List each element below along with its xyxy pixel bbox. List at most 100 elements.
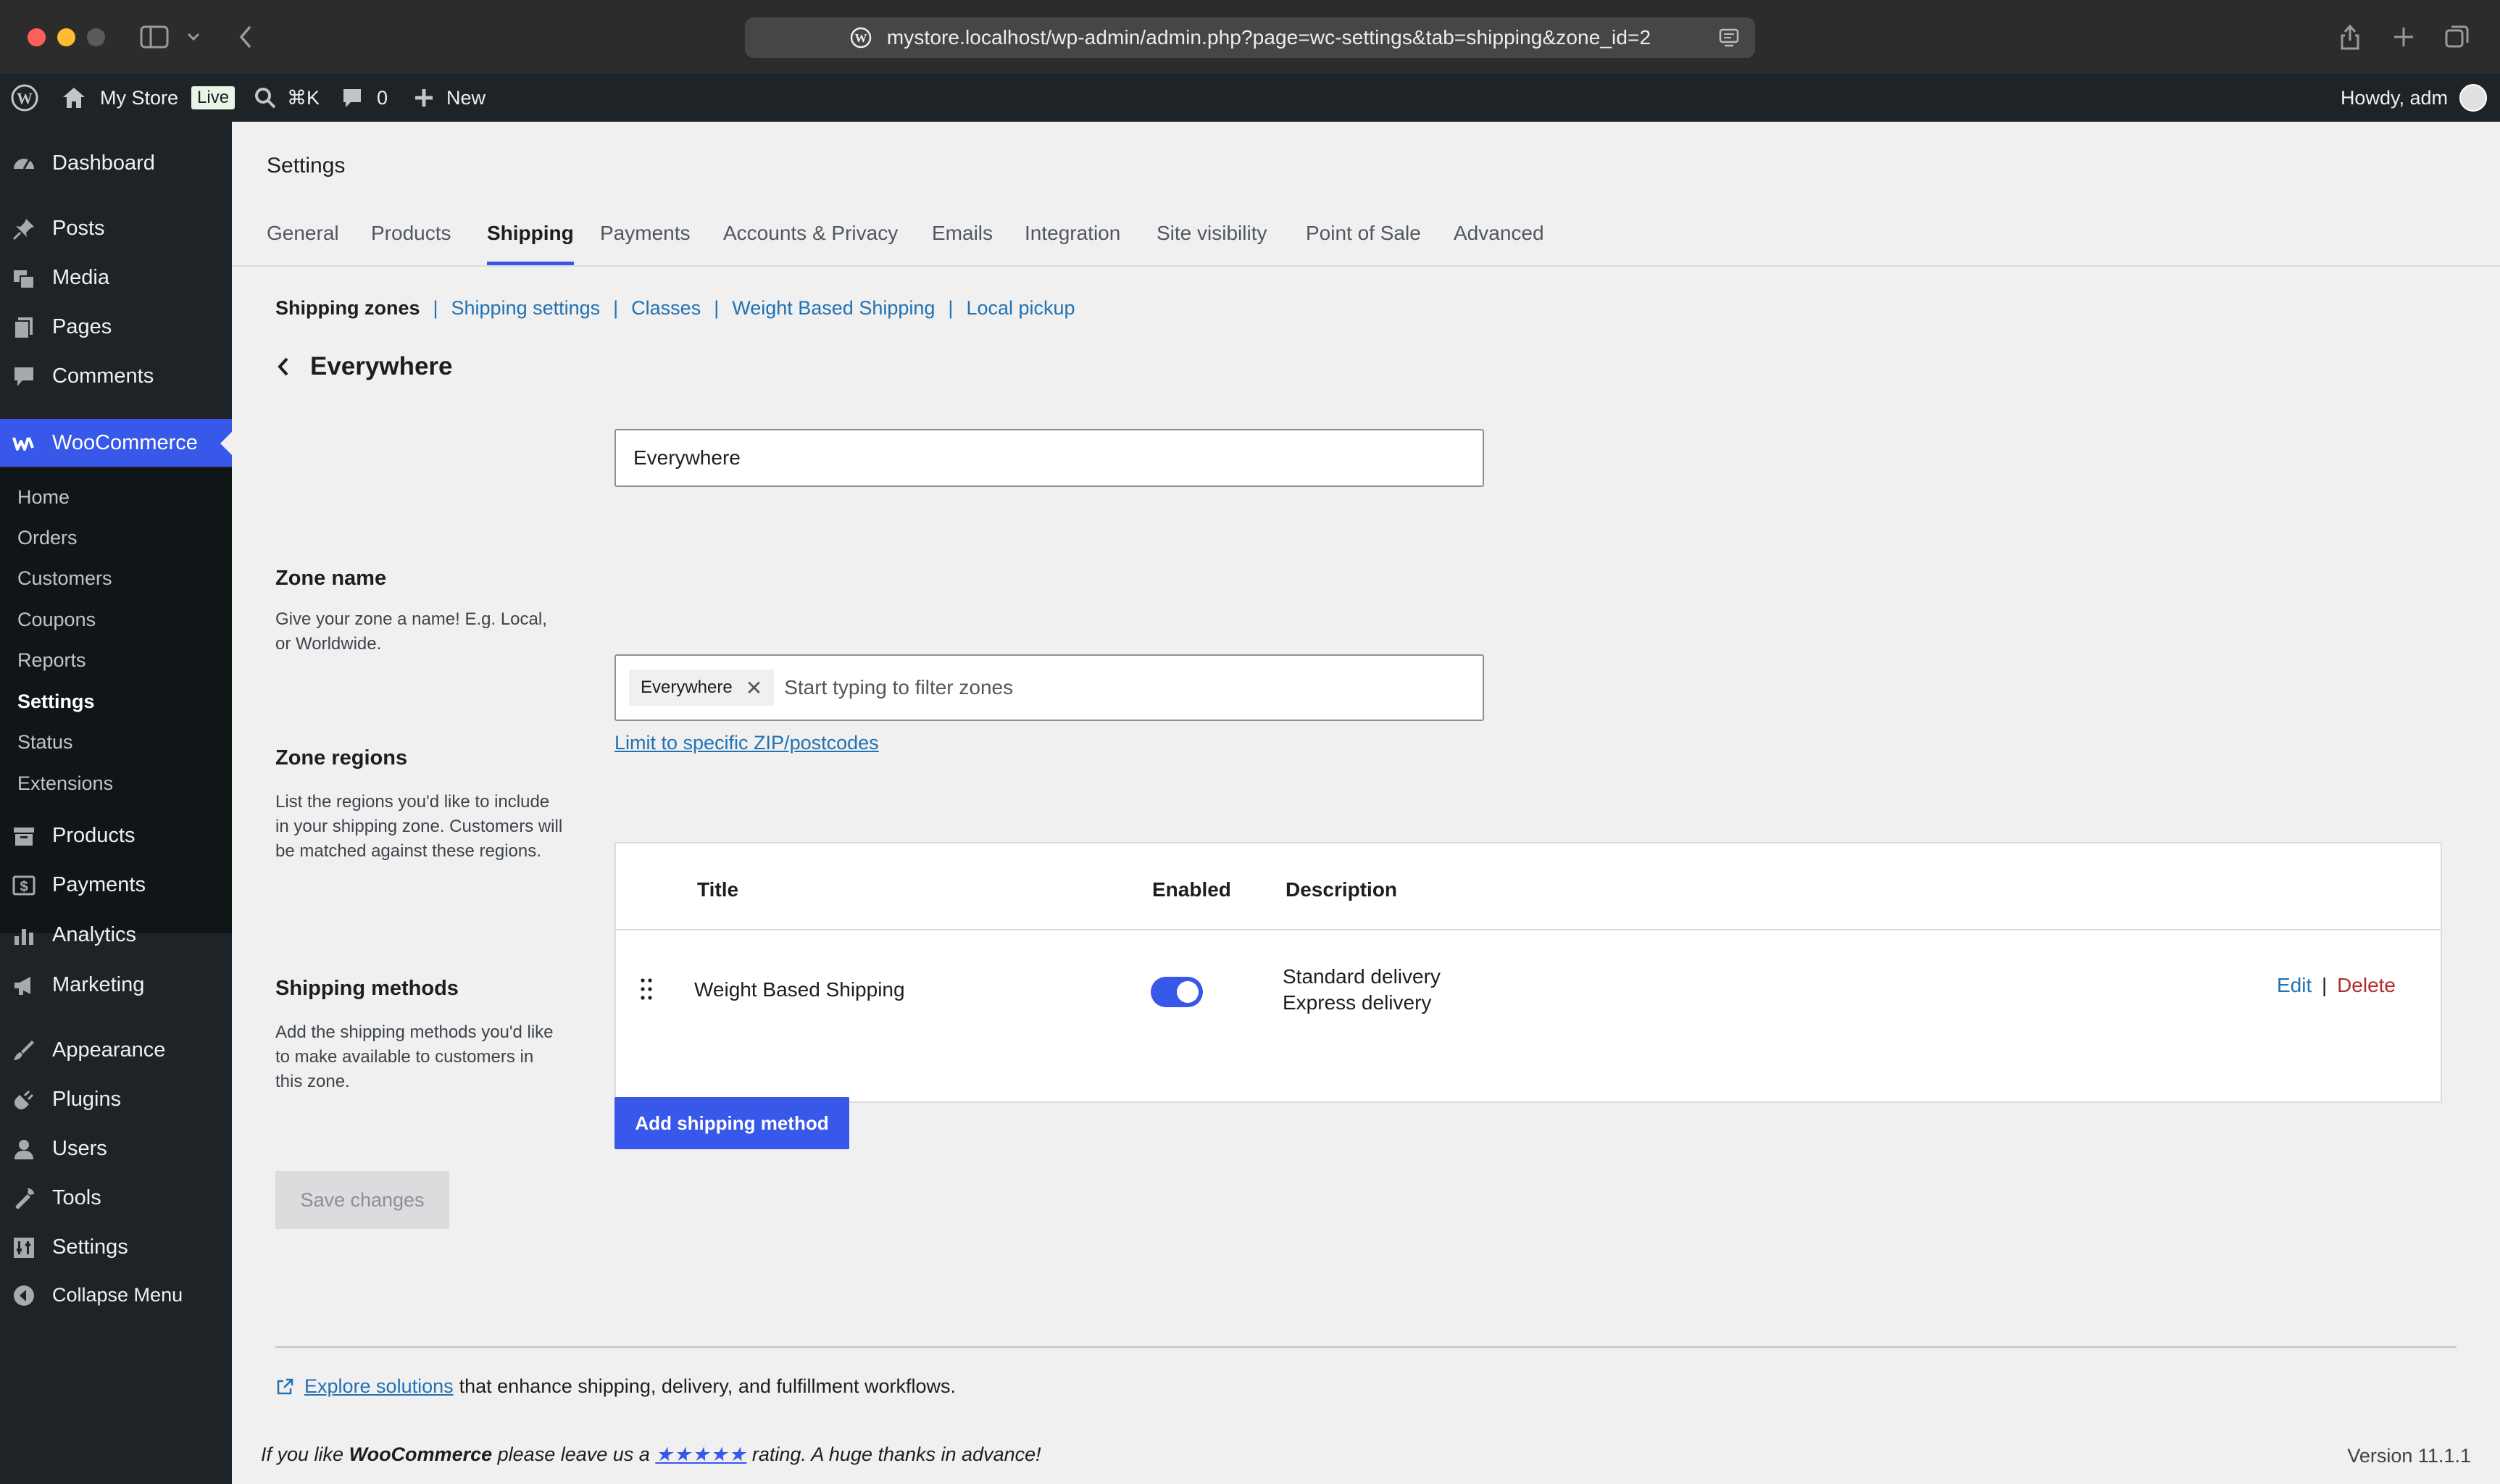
new-content-link[interactable]: New <box>413 74 486 122</box>
window-maximize-button[interactable] <box>87 28 105 46</box>
window-close-button[interactable] <box>28 28 46 46</box>
new-tab-icon[interactable] <box>2387 20 2420 54</box>
subsection-weight-based-shipping[interactable]: Weight Based Shipping <box>732 297 935 320</box>
reader-icon[interactable] <box>1717 26 1741 49</box>
url-text: mystore.localhost/wp-admin/admin.php?pag… <box>886 26 1651 49</box>
back-arrow-icon[interactable] <box>229 20 262 54</box>
admin-sidebar: Dashboard Posts Media Pages Comments Woo… <box>0 122 232 1484</box>
limit-postcodes-link[interactable]: Limit to specific ZIP/postcodes <box>614 732 879 754</box>
shipping-methods-label: Shipping methods <box>275 977 459 1000</box>
subsection-separator: | <box>714 297 720 319</box>
region-search-placeholder[interactable]: Start typing to filter zones <box>784 676 1013 699</box>
sidebar-item-label: Pages <box>52 314 112 338</box>
sidebar-item-pages[interactable]: Pages <box>0 303 232 351</box>
submenu-extensions[interactable]: Extensions <box>17 767 113 799</box>
sidebar-item-appearance[interactable]: Appearance <box>0 1026 232 1074</box>
rating-stars-link[interactable]: ★★★★★ <box>655 1443 746 1465</box>
sidebar-toggle-icon[interactable] <box>138 20 171 54</box>
zone-name-input[interactable]: Everywhere <box>614 429 1484 487</box>
tab-payments[interactable]: Payments <box>600 222 691 265</box>
site-name-link[interactable]: My Store Live <box>61 74 236 122</box>
tab-integration[interactable]: Integration <box>1025 222 1120 265</box>
settings-header: Settings General Products Shipping Payme… <box>232 122 2500 267</box>
sidebar-item-tools[interactable]: Tools <box>0 1174 232 1222</box>
tab-overview-icon[interactable] <box>2441 20 2474 54</box>
submenu-customers[interactable]: Customers <box>17 562 112 594</box>
chevron-down-icon[interactable] <box>177 20 210 54</box>
sidebar-item-payments[interactable]: $ Payments <box>0 861 232 909</box>
sidebar-item-plugins[interactable]: Plugins <box>0 1075 232 1123</box>
delete-method-link[interactable]: Delete <box>2337 974 2396 996</box>
dashboard-icon <box>14 159 34 170</box>
sidebar-item-dashboard[interactable]: Dashboard <box>0 139 232 187</box>
address-bar[interactable]: W mystore.localhost/wp-admin/admin.php?p… <box>745 17 1755 58</box>
back-chevron-icon[interactable] <box>275 355 291 378</box>
tab-point-of-sale[interactable]: Point of Sale <box>1306 222 1421 265</box>
live-badge: Live <box>191 86 236 109</box>
sidebar-item-marketing[interactable]: Marketing <box>0 961 232 1009</box>
zone-regions-label: Zone regions <box>275 746 408 770</box>
method-enabled-toggle[interactable] <box>1151 977 1203 1007</box>
sidebar-item-posts[interactable]: Posts <box>0 204 232 252</box>
sidebar-item-users[interactable]: Users <box>0 1125 232 1172</box>
region-chip-label: Everywhere <box>641 678 733 697</box>
edit-method-link[interactable]: Edit <box>2277 974 2312 996</box>
wp-logo-icon[interactable]: W <box>10 74 39 122</box>
explore-solutions-link[interactable]: Explore solutions <box>304 1375 454 1398</box>
rating-prefix: If you like <box>261 1443 344 1465</box>
submenu-coupons[interactable]: Coupons <box>17 604 96 635</box>
sidebar-item-label: Dashboard <box>52 151 155 175</box>
svg-text:W: W <box>854 31 867 45</box>
sidebar-item-woocommerce[interactable]: WooCommerce <box>0 419 232 467</box>
column-title: Title <box>697 878 739 901</box>
share-icon[interactable] <box>2333 20 2367 54</box>
tab-emails[interactable]: Emails <box>932 222 993 265</box>
tab-advanced[interactable]: Advanced <box>1454 222 1544 265</box>
rating-suffix: rating. A huge thanks in advance! <box>751 1443 1041 1465</box>
avatar <box>2459 84 2487 112</box>
submenu-orders[interactable]: Orders <box>17 522 78 554</box>
column-description: Description <box>1286 878 1398 901</box>
window-minimize-button[interactable] <box>57 28 75 46</box>
svg-text:$: $ <box>20 879 28 895</box>
comments-link[interactable]: 0 <box>341 74 388 122</box>
submenu-home[interactable]: Home <box>17 481 70 513</box>
drag-handle-icon[interactable] <box>639 977 654 1001</box>
tab-products[interactable]: Products <box>371 222 451 265</box>
region-chip: Everywhere ✕ <box>629 670 775 706</box>
sidebar-item-label: WooCommerce <box>52 430 198 454</box>
zone-regions-input[interactable]: Everywhere ✕ Start typing to filter zone… <box>614 654 1484 721</box>
subsection-classes[interactable]: Classes <box>631 297 701 320</box>
sidebar-item-label: Products <box>52 823 136 847</box>
plug-icon <box>14 1090 34 1109</box>
save-changes-button[interactable]: Save changes <box>275 1171 449 1229</box>
sidebar-item-media[interactable]: Media <box>0 254 232 301</box>
subsection-shipping-settings[interactable]: Shipping settings <box>451 297 601 320</box>
remove-region-icon[interactable]: ✕ <box>746 676 762 700</box>
sidebar-item-analytics[interactable]: Analytics <box>0 911 232 959</box>
tab-shipping[interactable]: Shipping <box>487 222 574 265</box>
add-shipping-method-button[interactable]: Add shipping method <box>614 1097 849 1149</box>
subsection-shipping-zones[interactable]: Shipping zones <box>275 297 420 320</box>
account-menu[interactable]: Howdy, adm <box>2341 74 2487 122</box>
comment-icon <box>14 367 33 386</box>
table-header: Title Enabled Description <box>616 843 2441 930</box>
sidebar-item-products[interactable]: Products <box>0 812 232 859</box>
subsection-local-pickup[interactable]: Local pickup <box>966 297 1075 320</box>
sidebar-item-settings[interactable]: Settings <box>0 1223 232 1271</box>
zone-name-help: Give your zone a name! E.g. Local, or Wo… <box>275 609 547 654</box>
sidebar-collapse-menu[interactable]: Collapse Menu <box>0 1271 232 1319</box>
tab-site-visibility[interactable]: Site visibility <box>1157 222 1267 265</box>
user-icon <box>14 1140 33 1159</box>
tab-accounts-privacy[interactable]: Accounts & Privacy <box>723 222 898 265</box>
submenu-settings[interactable]: Settings <box>17 685 95 717</box>
submenu-status[interactable]: Status <box>17 726 73 758</box>
tab-general[interactable]: General <box>267 222 339 265</box>
media-icon <box>14 270 35 289</box>
dollar-icon: $ <box>12 875 36 896</box>
archive-icon <box>14 828 34 846</box>
sidebar-item-label: Media <box>52 265 109 289</box>
submenu-reports[interactable]: Reports <box>17 644 86 676</box>
sidebar-item-comments[interactable]: Comments <box>0 352 232 400</box>
command-search[interactable]: ⌘K <box>254 74 320 122</box>
